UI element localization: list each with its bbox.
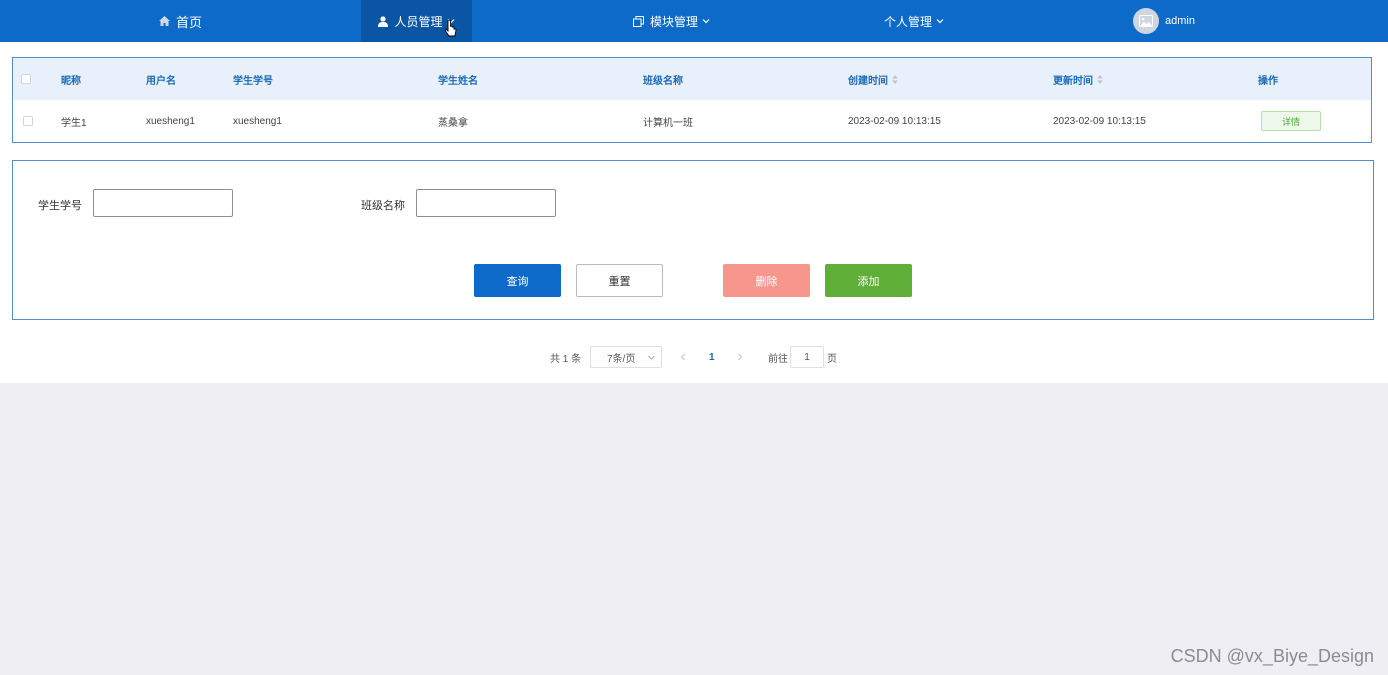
cell-username: xuesheng1 xyxy=(146,115,195,127)
top-nav-bar: 首页 人员管理 模块管理 个人管理 admin xyxy=(0,0,1388,42)
add-button[interactable]: 添加 xyxy=(825,264,912,297)
class-name-input[interactable] xyxy=(416,189,556,217)
column-header: 班级名称 xyxy=(643,75,683,87)
nav-personnel-label: 人员管理 xyxy=(394,14,443,29)
delete-button[interactable]: 删除 xyxy=(723,264,810,297)
nav-personal[interactable]: 个人管理 xyxy=(884,0,944,42)
cell-student-name: 蒸桑拿 xyxy=(438,117,468,129)
student-no-label: 学生学号 xyxy=(38,200,82,212)
page-number-current[interactable]: 1 xyxy=(709,346,715,368)
page-size-value: 7条/页 xyxy=(607,353,636,365)
column-header-label: 创建时间 xyxy=(848,75,888,87)
column-header-sortable[interactable]: 更新时间 xyxy=(1053,58,1103,100)
chevron-down-icon xyxy=(648,355,655,360)
copy-icon xyxy=(633,15,644,27)
column-header: 学生姓名 xyxy=(438,75,478,87)
watermark: CSDN @vx_Biye_Design xyxy=(1170,646,1374,666)
main-content: 昵称 用户名 学生学号 学生姓名 班级名称 创建时间 更新时间 操作 学生1 x… xyxy=(0,42,1388,383)
table-row: 学生1 xuesheng1 xuesheng1 蒸桑拿 计算机一班 2023-0… xyxy=(13,100,1371,142)
search-form: 学生学号 班级名称 查询 重置 删除 添加 xyxy=(12,160,1374,320)
chevron-down-icon xyxy=(936,18,944,24)
nav-personnel[interactable]: 人员管理 xyxy=(361,0,472,42)
row-checkbox[interactable] xyxy=(23,100,33,142)
nav-modules-label: 模块管理 xyxy=(650,14,699,29)
column-header-label: 更新时间 xyxy=(1053,75,1093,87)
column-header: 用户名 xyxy=(146,75,176,87)
column-header: 操作 xyxy=(1258,75,1278,87)
pagination: 共 1 条 7条/页 1 前往 1 页 xyxy=(0,346,1388,368)
column-header-sortable[interactable]: 创建时间 xyxy=(848,58,898,100)
sort-icon[interactable] xyxy=(892,74,898,84)
image-icon xyxy=(1139,15,1153,27)
user-icon xyxy=(378,15,389,27)
goto-suffix: 页 xyxy=(827,353,837,365)
student-no-input[interactable] xyxy=(93,189,233,217)
chevron-right-icon xyxy=(738,353,743,361)
cell-nickname: 学生1 xyxy=(61,117,87,129)
select-all-checkbox[interactable] xyxy=(21,58,31,100)
cell-action: 详情 xyxy=(1261,100,1321,142)
nav-modules[interactable]: 模块管理 xyxy=(633,0,710,42)
user-menu[interactable]: admin xyxy=(1133,0,1195,42)
class-name-label: 班级名称 xyxy=(361,200,405,212)
home-icon xyxy=(159,16,170,26)
username-label: admin xyxy=(1165,15,1195,27)
reset-button[interactable]: 重置 xyxy=(576,264,663,297)
page-size-select[interactable]: 7条/页 xyxy=(590,346,662,368)
chevron-left-icon xyxy=(680,353,685,361)
chevron-down-icon xyxy=(702,18,710,24)
column-header: 学生学号 xyxy=(233,75,273,87)
total-count: 共 1 条 xyxy=(550,353,582,365)
cell-created-time: 2023-02-09 10:13:15 xyxy=(848,115,941,127)
mouse-cursor-icon xyxy=(445,19,457,41)
nav-personal-label: 个人管理 xyxy=(884,14,933,29)
data-table: 昵称 用户名 学生学号 学生姓名 班级名称 创建时间 更新时间 操作 学生1 x… xyxy=(12,57,1372,143)
table-header: 昵称 用户名 学生学号 学生姓名 班级名称 创建时间 更新时间 操作 xyxy=(13,58,1371,100)
prev-page-button[interactable] xyxy=(680,346,686,368)
query-button[interactable]: 查询 xyxy=(474,264,561,297)
nav-home-label: 首页 xyxy=(176,14,203,30)
cell-class-name: 计算机一班 xyxy=(643,117,693,129)
next-page-button[interactable] xyxy=(737,346,743,368)
cell-updated-time: 2023-02-09 10:13:15 xyxy=(1053,115,1146,127)
nav-home[interactable]: 首页 xyxy=(159,0,202,42)
sort-icon[interactable] xyxy=(1097,74,1103,84)
column-header: 昵称 xyxy=(61,75,81,87)
goto-prefix: 前往 xyxy=(768,353,788,365)
cell-student-no: xuesheng1 xyxy=(233,115,282,127)
avatar[interactable] xyxy=(1133,8,1159,34)
goto-page-input[interactable]: 1 xyxy=(790,346,824,368)
detail-button[interactable]: 详情 xyxy=(1261,111,1321,131)
